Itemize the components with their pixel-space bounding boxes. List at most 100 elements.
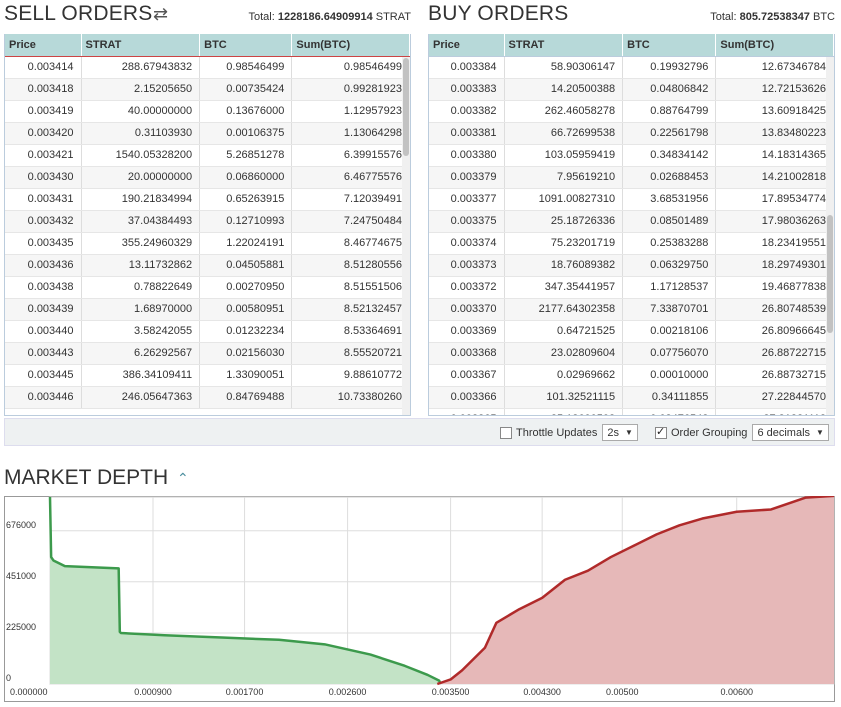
buy-cell-price: 0.003367	[429, 364, 505, 387]
x-tick-label: 0.001700	[226, 687, 264, 697]
sell-cell-price: 0.003438	[5, 276, 82, 299]
table-row[interactable]: 0.003435 355.24960329 1.22024191 8.46774675	[5, 232, 410, 255]
buy-cell-price: 0.003377	[429, 188, 505, 211]
throttle-updates-checkbox[interactable]	[500, 426, 512, 439]
buy-cell-price: 0.003382	[429, 100, 505, 123]
sell-orders-table: Price STRAT BTC Sum(BTC) 0.003414 288.679…	[5, 34, 410, 409]
sell-cell-btc: 0.00106375	[199, 122, 293, 145]
table-row[interactable]: 0.003430 20.00000000 0.06860000 6.46775576	[5, 166, 410, 189]
table-row[interactable]: 0.003383 14.20500388 0.04806842 12.72153626	[429, 78, 834, 101]
buy-cell-btc: 0.04806842	[622, 78, 717, 101]
sell-col-btc[interactable]: BTC	[199, 34, 293, 57]
sell-cell-btc: 0.00580951	[199, 298, 293, 321]
buy-cell-price: 0.003368	[429, 342, 505, 365]
sell-scroll-thumb[interactable]	[403, 58, 409, 156]
buy-col-strat[interactable]: STRAT	[504, 34, 624, 57]
table-row[interactable]: 0.003368 23.02809604 0.07756070 26.88722715	[429, 342, 834, 365]
table-row[interactable]: 0.003367 0.02969662 0.00010000 26.88732715	[429, 364, 834, 387]
table-row[interactable]: 0.003380 103.05959419 0.34834142 14.1831436…	[429, 144, 834, 167]
sell-cell-price: 0.003436	[5, 254, 82, 277]
buy-cell-sum-btc: 14.18314365	[715, 144, 834, 167]
market-depth-chart[interactable]: 0.000000 0.000900 0.001700 0.002600 0.003500…	[4, 496, 835, 702]
buy-total-unit: BTC	[813, 11, 835, 23]
table-row[interactable]: 0.003375 25.18726336 0.08501489 17.98036263	[429, 210, 834, 233]
table-row[interactable]: 0.003372 347.35441957 1.17128537 19.4687783…	[429, 276, 834, 299]
sell-cell-strat: 1540.05328200	[81, 144, 201, 167]
swap-arrows-icon[interactable]: ⇄	[153, 4, 168, 25]
sell-col-strat[interactable]: STRAT	[81, 34, 201, 57]
sell-cell-strat: 13.11732862	[81, 254, 201, 277]
buy-cell-price: 0.003383	[429, 78, 505, 101]
order-grouping-select[interactable]: 6 decimals ▼	[752, 424, 829, 441]
buy-scroll-thumb[interactable]	[827, 215, 833, 333]
order-grouping-checkbox[interactable]	[655, 425, 667, 439]
table-row[interactable]: 0.003439 1.68970000 0.00580951 8.52132457	[5, 298, 410, 321]
sell-cell-sum-btc: 8.55520721	[291, 342, 410, 365]
table-row[interactable]: 0.003414 288.67943832 0.98546499 0.98546499	[5, 56, 410, 79]
sell-col-price[interactable]: Price	[5, 34, 82, 57]
table-row[interactable]: 0.003438 0.78822649 0.00270950 8.51551506	[5, 276, 410, 299]
table-row[interactable]: 0.003440 3.58242055 0.01232234 8.53364691	[5, 320, 410, 343]
table-row[interactable]: 0.003436 13.11732862 0.04505881 8.51280556	[5, 254, 410, 277]
sell-cell-strat: 0.31103930	[81, 122, 201, 145]
table-row[interactable]: 0.003382 262.46058278 0.88764799 13.6091842…	[429, 100, 834, 123]
sell-orders-header: SELL ORDERS ⇄ Total: 1228186.64909914 ST…	[4, 0, 411, 34]
chevron-up-icon[interactable]: ⌃	[177, 470, 189, 487]
sell-cell-price: 0.003420	[5, 122, 82, 145]
buy-cell-strat: 14.20500388	[504, 78, 624, 101]
buy-cell-strat: 7.95619210	[504, 166, 624, 189]
buy-cell-strat: 2177.64302358	[504, 298, 624, 321]
buy-cell-strat: 101.32521115	[504, 386, 624, 409]
table-row[interactable]: 0.003420 0.31103930 0.00106375 1.13064298	[5, 122, 410, 145]
sell-scrollbar[interactable]	[402, 57, 410, 415]
table-row[interactable]: 0.00336525.186005030.0847654227.31321112	[429, 408, 834, 415]
buy-orders-body: 0.003384 58.90306147 0.19932796 12.67346784…	[429, 56, 834, 415]
sell-cell-sum-btc: 6.46775576	[291, 166, 410, 189]
table-row[interactable]: 0.003374 75.23201719 0.25383288 18.23419551	[429, 232, 834, 255]
sell-cell-price: 0.003430	[5, 166, 82, 189]
buy-col-sum-btc[interactable]: Sum(BTC)	[715, 34, 834, 57]
table-row[interactable]: 0.003366 101.32521115 0.34111855 27.2284457…	[429, 386, 834, 409]
sell-cell-btc: 0.12710993	[199, 210, 293, 233]
table-row[interactable]: 0.003384 58.90306147 0.19932796 12.67346784	[429, 56, 834, 79]
buy-cell-sum-btc: 17.89534774	[715, 188, 834, 211]
table-row[interactable]: 0.003381 66.72699538 0.22561798 13.83480223	[429, 122, 834, 145]
buy-cell-strat: 25.18600503	[504, 408, 624, 415]
table-row[interactable]: 0.003418 2.15205650 0.00735424 0.99281923	[5, 78, 410, 101]
buy-col-btc[interactable]: BTC	[622, 34, 717, 57]
sell-orders-table-container[interactable]: Price STRAT BTC Sum(BTC) 0.003414 288.679…	[4, 34, 411, 416]
sell-cell-price: 0.003431	[5, 188, 82, 211]
sell-cell-price: 0.003445	[5, 364, 82, 387]
buy-cell-btc: 0.00010000	[622, 364, 717, 387]
table-row[interactable]: 0.003443 6.26292567 0.02156030 8.55520721	[5, 342, 410, 365]
sell-cell-sum-btc: 0.98546499	[291, 56, 410, 79]
sell-cell-sum-btc: 0.99281923	[291, 78, 410, 101]
buy-orders-table-container[interactable]: Price STRAT BTC Sum(BTC) 0.003384 58.9030…	[428, 34, 835, 416]
sell-cell-price: 0.003414	[5, 56, 82, 79]
buy-cell-sum-btc: 18.23419551	[715, 232, 834, 255]
table-row[interactable]: 0.003370 2177.64302358 7.33870701 26.807485…	[429, 298, 834, 321]
table-row[interactable]: 0.003431 190.21834994 0.65263915 7.12039491	[5, 188, 410, 211]
sell-cell-btc: 0.01232234	[199, 320, 293, 343]
table-row[interactable]: 0.003419 40.00000000 0.13676000 1.12957923	[5, 100, 410, 123]
table-row[interactable]: 0.003373 18.76089382 0.06329750 18.29749301	[429, 254, 834, 277]
table-row[interactable]: 0.003377 1091.00827310 3.68531956 17.895347…	[429, 188, 834, 211]
sell-cell-strat: 3.58242055	[81, 320, 201, 343]
buy-scrollbar[interactable]	[826, 57, 834, 415]
sell-col-sum-btc[interactable]: Sum(BTC)	[291, 34, 410, 57]
buy-cell-strat: 23.02809604	[504, 342, 624, 365]
buy-cell-price: 0.003375	[429, 210, 505, 233]
throttle-interval-select[interactable]: 2s ▼	[602, 424, 638, 441]
y-tick-label: 0	[6, 673, 11, 683]
buy-col-price[interactable]: Price	[429, 34, 505, 57]
sell-cell-price: 0.003443	[5, 342, 82, 365]
table-row[interactable]: 0.003421 1540.05328200 5.26851278 6.3991557…	[5, 144, 410, 167]
table-row[interactable]: 0.003445 386.34109411 1.33090051 9.88610772	[5, 364, 410, 387]
sell-cell-sum-btc: 7.12039491	[291, 188, 410, 211]
buy-cell-strat: 58.90306147	[504, 56, 624, 79]
table-row[interactable]: 0.003446 246.05647363 0.84769488 10.7338026…	[5, 386, 410, 409]
buy-cell-sum-btc: 27.31321112	[715, 408, 834, 415]
table-row[interactable]: 0.003432 37.04384493 0.12710993 7.24750484	[5, 210, 410, 233]
table-row[interactable]: 0.003379 7.95619210 0.02688453 14.21002818	[429, 166, 834, 189]
table-row[interactable]: 0.003369 0.64721525 0.00218106 26.80966645	[429, 320, 834, 343]
